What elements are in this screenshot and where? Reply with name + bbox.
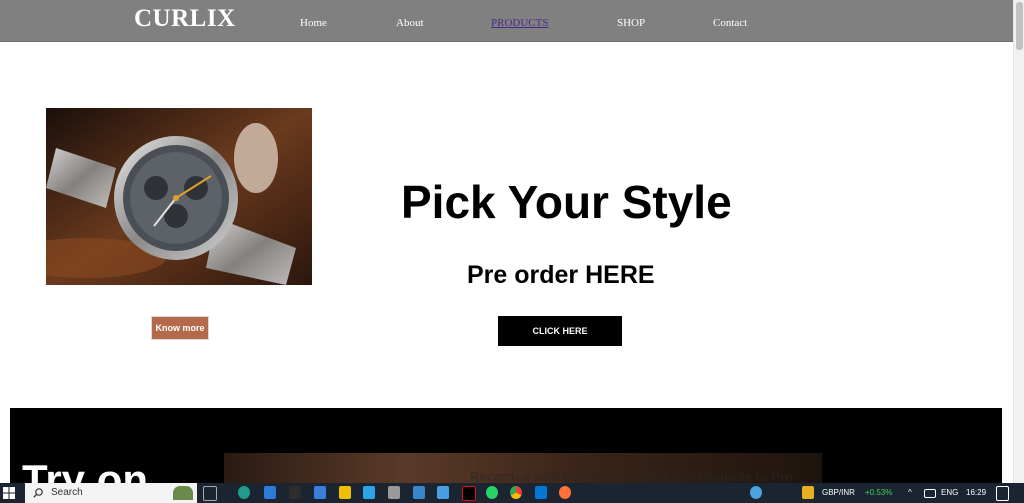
- wristwatch-icon: [46, 108, 312, 285]
- ticker-change: +0.53%: [865, 488, 893, 497]
- edge-browser-icon[interactable]: [238, 486, 250, 499]
- notifications-icon[interactable]: [996, 486, 1009, 501]
- search-highlight-icon: [173, 486, 193, 500]
- windows-taskbar: Search GBP/INR +0.53% ^ ENG 16:29: [0, 483, 1024, 503]
- page-headline: Pick Your Style: [401, 176, 732, 228]
- taskbar-search-box[interactable]: Search: [25, 483, 197, 503]
- scrollbar-thumb[interactable]: [1016, 2, 1023, 50]
- nav-link-shop[interactable]: SHOP: [617, 17, 645, 29]
- store-icon[interactable]: [339, 486, 351, 499]
- help-icon[interactable]: [750, 486, 762, 499]
- netflix-icon[interactable]: [462, 486, 476, 501]
- know-more-button[interactable]: Know more: [151, 316, 209, 340]
- nav-link-products[interactable]: PRODUCTS: [491, 17, 548, 29]
- nav-link-contact[interactable]: Contact: [713, 17, 747, 29]
- language-indicator[interactable]: ENG: [941, 488, 958, 497]
- nav-link-about[interactable]: About: [396, 17, 424, 29]
- preorder-subheading: Pre order HERE: [467, 261, 655, 289]
- recording-watermark: Recorded with Debut Home Edition - Upgra…: [470, 469, 793, 484]
- ticker-label: GBP/INR: [822, 488, 855, 497]
- wristwatch-image: [46, 108, 312, 285]
- try-on-heading: Try on: [22, 456, 149, 483]
- usb-drive-icon[interactable]: [388, 486, 400, 499]
- vscode-icon[interactable]: [535, 486, 547, 499]
- windows-start-icon[interactable]: [3, 487, 15, 499]
- photos-icon[interactable]: [437, 486, 449, 499]
- chrome-icon[interactable]: [510, 486, 522, 499]
- task-view-icon[interactable]: [203, 486, 217, 501]
- mail-icon[interactable]: [264, 486, 276, 499]
- top-navbar: CURLIX Home About PRODUCTS SHOP Contact: [0, 0, 1013, 42]
- site-logo[interactable]: CURLIX: [134, 5, 236, 33]
- media-player-icon[interactable]: [363, 486, 375, 499]
- search-icon: [33, 488, 43, 498]
- firefox-icon[interactable]: [559, 486, 571, 499]
- image-editor-icon[interactable]: [413, 486, 425, 499]
- search-placeholder: Search: [51, 487, 83, 498]
- click-here-button[interactable]: CLICK HERE: [498, 316, 622, 346]
- vpn-icon[interactable]: [314, 486, 326, 499]
- battery-icon[interactable]: [924, 489, 936, 498]
- page-scrollbar[interactable]: [1013, 0, 1024, 483]
- clock[interactable]: 16:29: [966, 488, 986, 497]
- chevron-up-icon[interactable]: ^: [908, 488, 912, 497]
- whatsapp-icon[interactable]: [486, 486, 498, 499]
- winamp-icon[interactable]: [289, 486, 301, 499]
- ticker-icon: [802, 486, 814, 499]
- nav-link-home[interactable]: Home: [300, 17, 327, 29]
